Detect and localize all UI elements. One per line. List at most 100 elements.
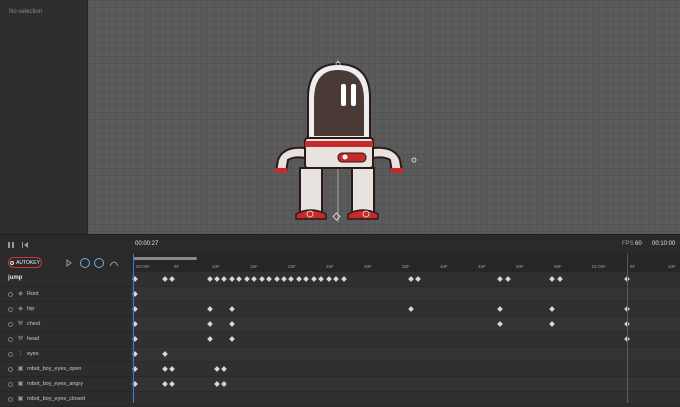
keyframe-marker[interactable] <box>340 276 347 282</box>
keyframe-marker[interactable] <box>549 276 556 282</box>
keyframe-marker[interactable] <box>229 336 235 342</box>
layer-label: robot_boy_eyes_open <box>27 366 82 372</box>
animation-name: jump <box>8 275 23 281</box>
layer-row[interactable]: ◈ Root <box>0 287 131 302</box>
visibility-icon[interactable] <box>8 397 13 402</box>
key-icon[interactable] <box>64 258 74 268</box>
keyframe-marker[interactable] <box>325 276 332 282</box>
keyframe-marker[interactable] <box>214 276 220 282</box>
keyframe-marker[interactable] <box>266 276 272 282</box>
skip-start-icon[interactable] <box>20 240 30 250</box>
keyframe-marker[interactable] <box>161 276 168 282</box>
keyframe-marker[interactable] <box>243 276 250 282</box>
keyframe-marker[interactable] <box>169 276 176 282</box>
keyframe-marker[interactable] <box>206 276 213 282</box>
keyframe-marker[interactable] <box>296 276 302 282</box>
keyframe-marker[interactable] <box>333 276 339 282</box>
animation-row[interactable]: jump <box>0 272 131 287</box>
total-time[interactable]: 00:10:00 <box>652 241 675 247</box>
playhead[interactable] <box>133 254 134 403</box>
keyframe-marker[interactable] <box>214 366 220 372</box>
keyframe-marker[interactable] <box>497 276 503 282</box>
robot-character[interactable] <box>88 0 680 234</box>
layer-row[interactable]: ⁞ eyes <box>0 347 131 362</box>
layer-row[interactable]: ◈ hip <box>0 302 131 317</box>
timeline-ruler[interactable]: 00:00F 5F 10F 15F 20F 25F 30F 35F 40F 45F 50F 55F 01… <box>131 254 680 272</box>
visibility-icon[interactable] <box>8 292 13 297</box>
track-row[interactable] <box>131 317 680 332</box>
pause-icon[interactable] <box>6 240 16 250</box>
track-row[interactable] <box>131 272 680 287</box>
tick-label: 01:00F <box>592 264 607 269</box>
keyframe-marker[interactable] <box>229 276 235 282</box>
visibility-icon[interactable] <box>8 307 13 312</box>
layer-row[interactable]: ▣ robot_boy_eyes_angry <box>0 377 131 392</box>
keyframe-marker[interactable] <box>497 306 503 312</box>
keyframe-marker[interactable] <box>251 276 258 282</box>
layer-row[interactable]: ⚒ chest <box>0 317 131 332</box>
visibility-icon[interactable] <box>8 337 13 342</box>
keyframe-marker[interactable] <box>206 306 213 312</box>
keyframe-marker[interactable] <box>214 381 220 387</box>
keyframe-marker[interactable] <box>281 276 287 282</box>
keyframe-marker[interactable] <box>556 276 563 282</box>
layer-row[interactable]: ▣ robot_boy_eyes_closed <box>0 392 131 407</box>
layer-row[interactable]: ⚒ head <box>0 332 131 347</box>
layer-row[interactable]: ▣ robot_boy_eyes_open <box>0 362 131 377</box>
visibility-icon[interactable] <box>8 367 13 372</box>
keyframe-marker[interactable] <box>169 381 176 387</box>
fps-value[interactable]: 60 <box>635 241 642 247</box>
layer-label: robot_boy_eyes_closed <box>27 396 86 402</box>
curve-icon[interactable] <box>109 258 119 268</box>
keyframe-marker[interactable] <box>229 306 235 312</box>
track-row[interactable] <box>131 362 680 377</box>
keyframe-marker[interactable] <box>549 321 556 327</box>
keyframe-marker[interactable] <box>161 381 168 387</box>
keyframe-marker[interactable] <box>310 276 317 282</box>
visibility-icon[interactable] <box>8 382 13 387</box>
keyframe-marker[interactable] <box>161 351 168 357</box>
keyframe-marker[interactable] <box>206 321 213 327</box>
keyframe-tracks[interactable] <box>131 272 680 403</box>
layer-label: robot_boy_eyes_angry <box>27 381 83 387</box>
keyframe-marker[interactable] <box>221 366 228 372</box>
keyframe-marker[interactable] <box>169 366 176 372</box>
keyframe-marker[interactable] <box>497 321 503 327</box>
keyframe-marker[interactable] <box>415 276 421 282</box>
image-icon: ▣ <box>17 396 24 402</box>
keyframe-marker[interactable] <box>504 276 511 282</box>
keyframe-marker[interactable] <box>407 306 414 312</box>
autokey-label: AUTOKEY <box>16 259 40 266</box>
keyframe-marker[interactable] <box>161 366 168 372</box>
tick-label: 30F <box>364 264 372 269</box>
keyframe-marker[interactable] <box>407 276 414 282</box>
wrench-icon: ⚒ <box>17 336 24 342</box>
autokey-button[interactable]: AUTOKEY <box>8 257 42 268</box>
keyframe-marker[interactable] <box>273 276 280 282</box>
keyframe-marker[interactable] <box>221 276 228 282</box>
keyframe-marker[interactable] <box>236 276 243 282</box>
canvas-viewport[interactable] <box>88 0 680 234</box>
keyframe-marker[interactable] <box>288 276 295 282</box>
timeline-scrollbar[interactable] <box>133 257 197 260</box>
visibility-icon[interactable] <box>8 322 13 327</box>
loop-icon[interactable] <box>80 258 90 268</box>
track-row[interactable] <box>131 377 680 392</box>
keyframe-marker[interactable] <box>549 306 556 312</box>
track-row[interactable] <box>131 302 680 317</box>
tick-label: 50F <box>516 264 524 269</box>
track-row[interactable] <box>131 347 680 362</box>
keyframe-marker[interactable] <box>258 276 265 282</box>
track-row[interactable] <box>131 332 680 347</box>
keyframe-marker[interactable] <box>221 381 228 387</box>
tick-label: 55F <box>554 264 562 269</box>
keyframe-marker[interactable] <box>229 321 235 327</box>
keyframe-marker[interactable] <box>303 276 310 282</box>
layer-label: head <box>27 336 40 342</box>
keyframe-marker[interactable] <box>318 276 325 282</box>
keyframe-marker[interactable] <box>206 336 213 342</box>
track-row[interactable] <box>131 287 680 302</box>
tick-label: 5F <box>174 264 180 269</box>
visibility-icon[interactable] <box>8 352 13 357</box>
ease-icon[interactable] <box>94 258 104 268</box>
